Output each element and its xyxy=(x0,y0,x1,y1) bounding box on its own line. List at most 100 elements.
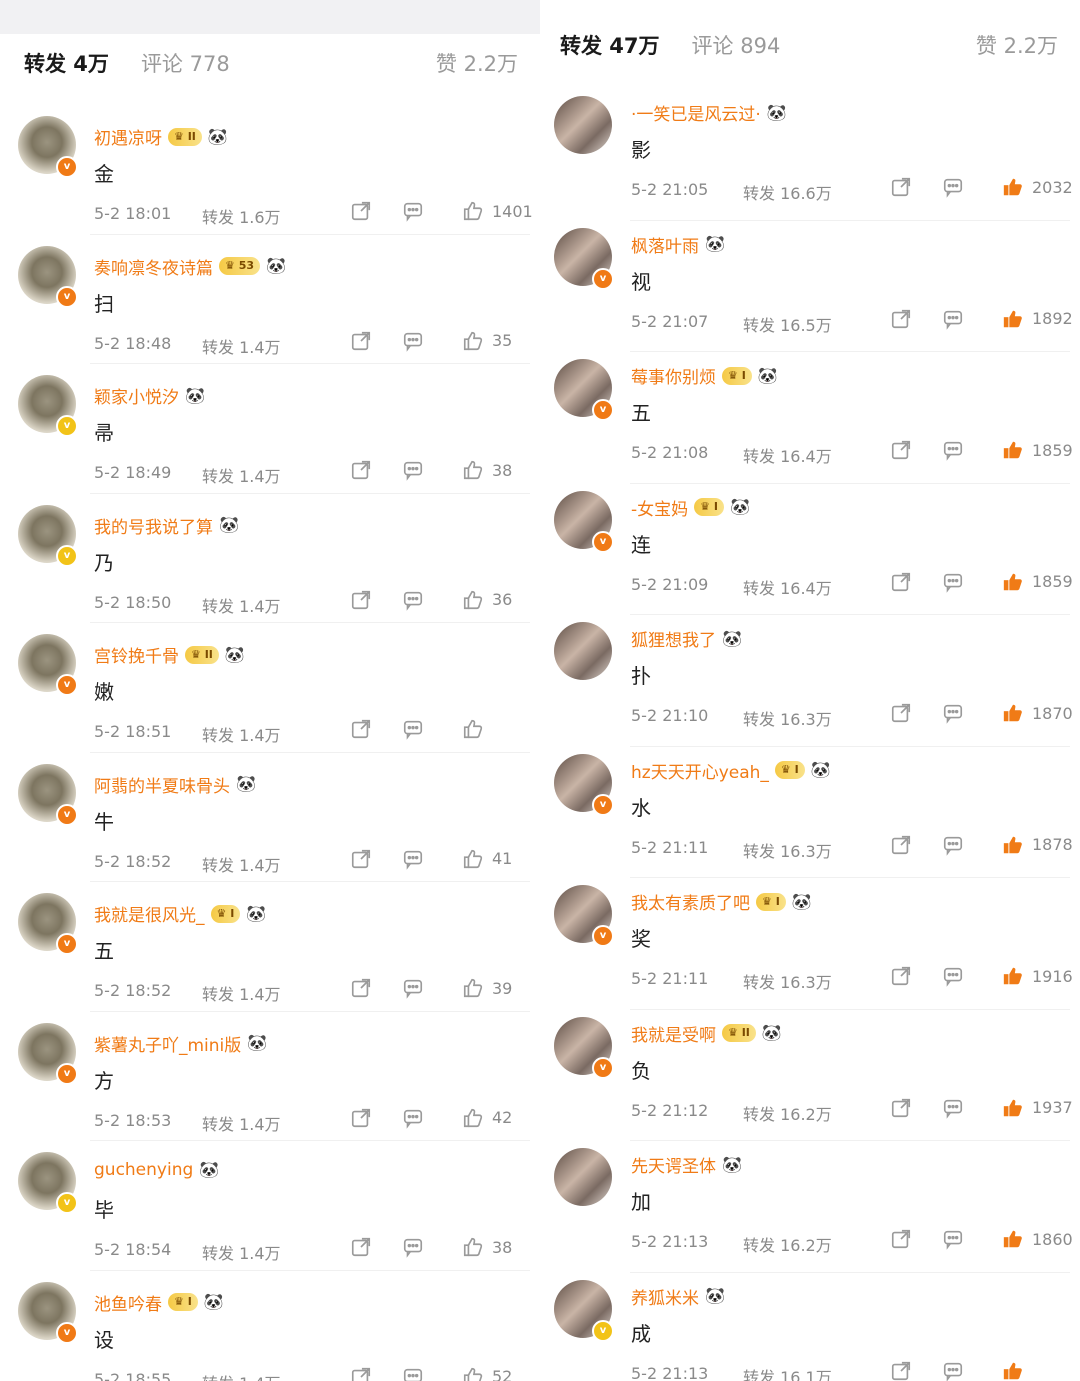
share-icon[interactable] xyxy=(350,977,372,999)
tab-likes[interactable]: 赞 2.2万 xyxy=(436,48,518,78)
thumbs-up-icon[interactable] xyxy=(462,1236,484,1258)
thumbs-up-icon[interactable] xyxy=(462,1366,484,1381)
username[interactable]: 颖家小悦汐 xyxy=(94,383,179,408)
comment-icon[interactable] xyxy=(402,330,424,352)
username[interactable]: 宫铃挽千骨 xyxy=(94,642,179,667)
share-icon[interactable] xyxy=(890,571,912,593)
comment-icon[interactable] xyxy=(402,1236,424,1258)
repost-count[interactable]: 转发 16.2万 xyxy=(743,1101,832,1125)
thumbs-up-icon[interactable] xyxy=(1002,308,1024,330)
username[interactable]: 我太有素质了吧 xyxy=(631,889,750,914)
repost-count[interactable]: 转发 1.4万 xyxy=(202,1240,281,1264)
comment-icon[interactable] xyxy=(402,589,424,611)
username[interactable]: 我就是受啊 xyxy=(631,1021,716,1046)
repost-count[interactable]: 转发 1.6万 xyxy=(202,204,281,228)
username[interactable]: 阿翡的半夏味骨头 xyxy=(94,772,230,797)
comment-icon[interactable] xyxy=(402,718,424,740)
thumbs-up-icon[interactable] xyxy=(1002,439,1024,461)
username[interactable]: ·一笑已是风云过· xyxy=(631,100,761,125)
repost-count[interactable]: 转发 16.3万 xyxy=(743,838,832,862)
share-icon[interactable] xyxy=(350,200,372,222)
comment-icon[interactable] xyxy=(942,965,964,987)
thumbs-up-icon[interactable] xyxy=(462,459,484,481)
share-icon[interactable] xyxy=(350,848,372,870)
username[interactable]: 初遇凉呀 xyxy=(94,124,162,149)
tab-repost[interactable]: 转发 4万 xyxy=(24,48,109,78)
comment-icon[interactable] xyxy=(942,834,964,856)
repost-count[interactable]: 转发 1.4万 xyxy=(202,722,281,746)
comment-icon[interactable] xyxy=(942,308,964,330)
avatar[interactable] xyxy=(554,96,612,154)
username[interactable]: hz天天开心yeah_ xyxy=(631,758,769,783)
share-icon[interactable] xyxy=(890,1360,912,1381)
username[interactable]: -女宝妈 xyxy=(631,495,688,520)
share-icon[interactable] xyxy=(890,1228,912,1250)
thumbs-up-icon[interactable] xyxy=(462,1107,484,1129)
repost-count[interactable]: 转发 16.2万 xyxy=(743,1232,832,1256)
avatar[interactable] xyxy=(554,1148,612,1206)
comment-icon[interactable] xyxy=(402,848,424,870)
share-icon[interactable] xyxy=(350,330,372,352)
thumbs-up-icon[interactable] xyxy=(1002,1097,1024,1119)
thumbs-up-icon[interactable] xyxy=(462,589,484,611)
comment-icon[interactable] xyxy=(402,977,424,999)
comment-icon[interactable] xyxy=(942,176,964,198)
thumbs-up-icon[interactable] xyxy=(462,848,484,870)
share-icon[interactable] xyxy=(890,1097,912,1119)
repost-count[interactable]: 转发 1.4万 xyxy=(202,981,281,1005)
thumbs-up-icon[interactable] xyxy=(462,330,484,352)
share-icon[interactable] xyxy=(350,1107,372,1129)
tab-comments[interactable]: 评论 894 xyxy=(692,30,781,60)
share-icon[interactable] xyxy=(890,965,912,987)
comment-icon[interactable] xyxy=(942,702,964,724)
repost-count[interactable]: 转发 1.4万 xyxy=(202,1111,281,1135)
tab-repost[interactable]: 转发 47万 xyxy=(560,30,660,60)
share-icon[interactable] xyxy=(890,834,912,856)
repost-count[interactable]: 转发 16.5万 xyxy=(743,312,832,336)
comment-icon[interactable] xyxy=(402,1107,424,1129)
repost-count[interactable]: 转发 16.4万 xyxy=(743,575,832,599)
repost-count[interactable]: 转发 16.3万 xyxy=(743,969,832,993)
username[interactable]: 紫薯丸子吖_mini版 xyxy=(94,1031,241,1056)
username[interactable]: 狐狸想我了 xyxy=(631,626,716,651)
share-icon[interactable] xyxy=(890,702,912,724)
comment-icon[interactable] xyxy=(402,1366,424,1381)
repost-count[interactable]: 转发 16.4万 xyxy=(743,443,832,467)
thumbs-up-icon[interactable] xyxy=(462,718,484,740)
username[interactable]: 养狐米米 xyxy=(631,1284,699,1309)
comment-icon[interactable] xyxy=(942,571,964,593)
username[interactable]: 池鱼吟春 xyxy=(94,1290,162,1315)
comment-icon[interactable] xyxy=(402,459,424,481)
username[interactable]: 奏响凛冬夜诗篇 xyxy=(94,254,213,279)
username[interactable]: 我的号我说了算 xyxy=(94,513,213,538)
username[interactable]: 莓事你别烦 xyxy=(631,363,716,388)
username[interactable]: 我就是很风光_ xyxy=(94,901,205,926)
comment-icon[interactable] xyxy=(942,1360,964,1381)
thumbs-up-icon[interactable] xyxy=(1002,1360,1024,1381)
comment-icon[interactable] xyxy=(942,1228,964,1250)
comment-icon[interactable] xyxy=(942,439,964,461)
avatar[interactable] xyxy=(554,622,612,680)
thumbs-up-icon[interactable] xyxy=(1002,965,1024,987)
username[interactable]: 先天谔圣体 xyxy=(631,1152,716,1177)
username[interactable]: guchenying xyxy=(94,1160,193,1180)
repost-count[interactable]: 转发 1.4万 xyxy=(202,593,281,617)
thumbs-up-icon[interactable] xyxy=(462,977,484,999)
thumbs-up-icon[interactable] xyxy=(1002,176,1024,198)
share-icon[interactable] xyxy=(350,589,372,611)
repost-count[interactable]: 转发 1.4万 xyxy=(202,852,281,876)
share-icon[interactable] xyxy=(890,439,912,461)
repost-count[interactable]: 转发 1.4万 xyxy=(202,463,281,487)
thumbs-up-icon[interactable] xyxy=(1002,571,1024,593)
tab-likes[interactable]: 赞 2.2万 xyxy=(976,30,1058,60)
thumbs-up-icon[interactable] xyxy=(1002,834,1024,856)
share-icon[interactable] xyxy=(890,176,912,198)
repost-count[interactable]: 转发 16.6万 xyxy=(743,180,832,204)
thumbs-up-icon[interactable] xyxy=(1002,702,1024,724)
tab-comments[interactable]: 评论 778 xyxy=(141,48,230,78)
repost-count[interactable]: 转发 1.4万 xyxy=(202,334,281,358)
share-icon[interactable] xyxy=(890,308,912,330)
share-icon[interactable] xyxy=(350,1366,372,1381)
share-icon[interactable] xyxy=(350,459,372,481)
share-icon[interactable] xyxy=(350,1236,372,1258)
